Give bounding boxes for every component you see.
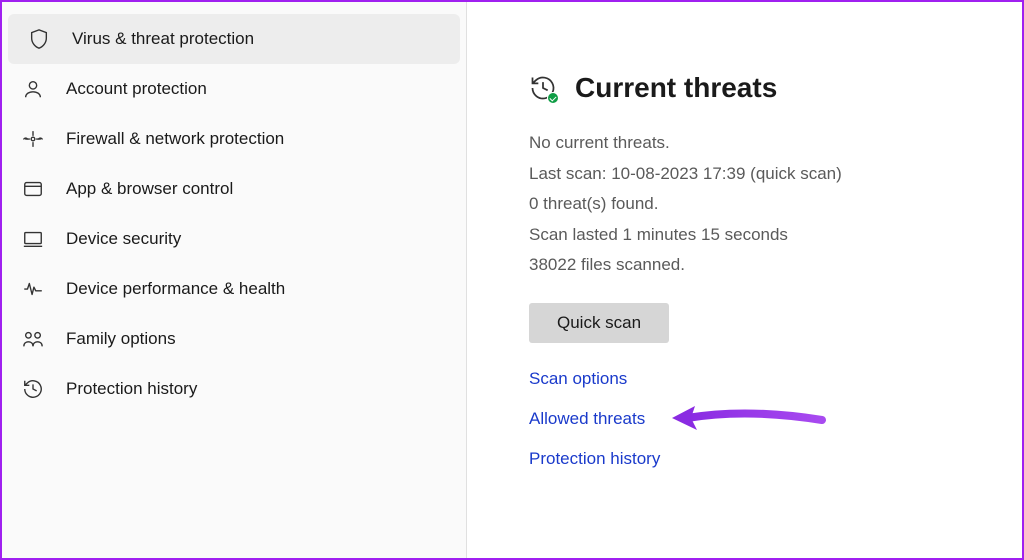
sidebar-item-protection-history[interactable]: Protection history — [2, 364, 466, 414]
status-last-scan: Last scan: 10-08-2023 17:39 (quick scan) — [529, 159, 982, 190]
sidebar-item-virus-threat[interactable]: Virus & threat protection — [8, 14, 460, 64]
sidebar-item-app-browser[interactable]: App & browser control — [2, 164, 466, 214]
status-block: No current threats. Last scan: 10-08-202… — [529, 128, 982, 281]
main-content: Current threats No current threats. Last… — [467, 2, 1022, 558]
sidebar-item-label: Family options — [66, 329, 176, 349]
sidebar: Virus & threat protection Account protec… — [2, 2, 467, 558]
history-status-icon — [529, 74, 557, 102]
status-threats-found: 0 threat(s) found. — [529, 189, 982, 220]
sidebar-item-firewall[interactable]: Firewall & network protection — [2, 114, 466, 164]
status-no-threats: No current threats. — [529, 128, 982, 159]
section-header: Current threats — [529, 72, 982, 104]
scan-options-link[interactable]: Scan options — [529, 369, 982, 389]
sidebar-item-device-security[interactable]: Device security — [2, 214, 466, 264]
allowed-threats-link[interactable]: Allowed threats — [529, 409, 982, 429]
status-files-scanned: 38022 files scanned. — [529, 250, 982, 281]
performance-icon — [22, 278, 44, 300]
sidebar-item-performance[interactable]: Device performance & health — [2, 264, 466, 314]
section-title: Current threats — [575, 72, 777, 104]
protection-history-link[interactable]: Protection history — [529, 449, 982, 469]
sidebar-item-label: Firewall & network protection — [66, 129, 284, 149]
history-icon — [22, 378, 44, 400]
sidebar-item-account[interactable]: Account protection — [2, 64, 466, 114]
sidebar-item-label: App & browser control — [66, 179, 233, 199]
quick-scan-button[interactable]: Quick scan — [529, 303, 669, 343]
sidebar-item-label: Protection history — [66, 379, 197, 399]
status-duration: Scan lasted 1 minutes 15 seconds — [529, 220, 982, 251]
sidebar-item-label: Device performance & health — [66, 279, 285, 299]
sidebar-item-label: Device security — [66, 229, 181, 249]
check-badge-icon — [547, 92, 559, 104]
shield-icon — [28, 28, 50, 50]
account-icon — [22, 78, 44, 100]
link-list: Scan options Allowed threats Protection … — [529, 369, 982, 469]
app-container: Virus & threat protection Account protec… — [2, 2, 1022, 558]
device-security-icon — [22, 228, 44, 250]
family-icon — [22, 328, 44, 350]
sidebar-item-label: Virus & threat protection — [72, 29, 254, 49]
sidebar-item-label: Account protection — [66, 79, 207, 99]
firewall-icon — [22, 128, 44, 150]
sidebar-item-family[interactable]: Family options — [2, 314, 466, 364]
app-browser-icon — [22, 178, 44, 200]
